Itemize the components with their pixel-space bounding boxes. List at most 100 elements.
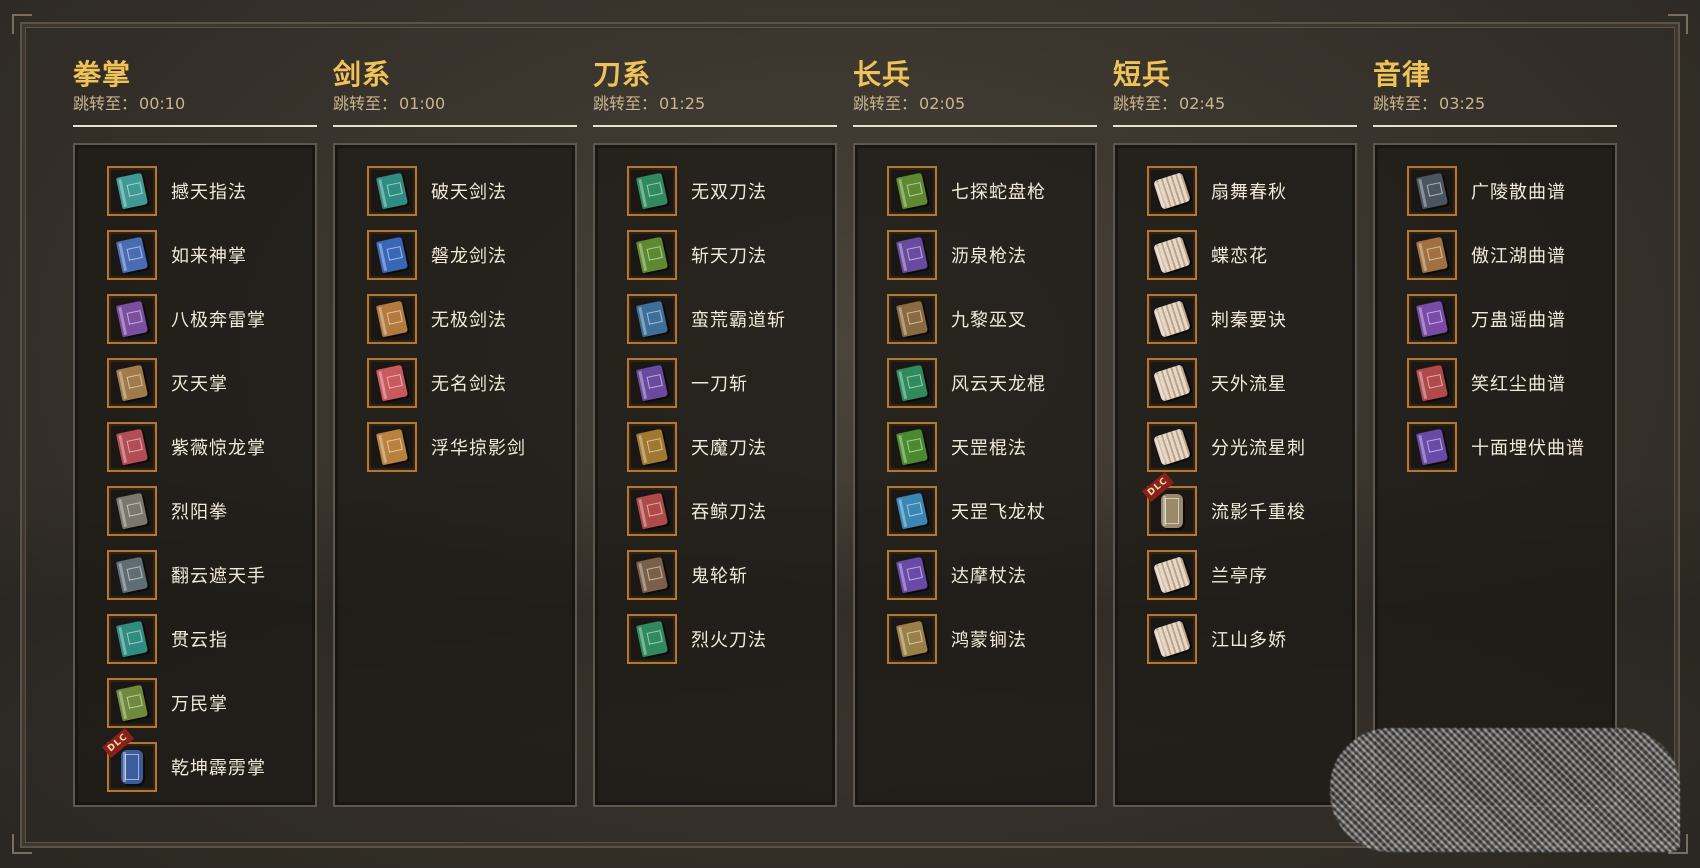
skill-list-item[interactable]: DLC 流影千重梭: [1142, 471, 1355, 543]
skill-name: 流影千重梭: [1211, 502, 1306, 523]
jump-to-timestamp-link[interactable]: 跳转至： 01:25: [593, 93, 837, 115]
skill-list-item[interactable]: 如来神掌: [107, 223, 315, 287]
book-icon: [635, 492, 669, 530]
jump-time: 02:45: [1179, 94, 1226, 113]
jump-to-timestamp-link[interactable]: 跳转至： 02:05: [853, 93, 1097, 115]
item-slot: [367, 230, 417, 280]
fan-icon: [1153, 556, 1191, 594]
item-slot: [627, 358, 677, 408]
skill-list-item[interactable]: 磐龙剑法: [367, 223, 575, 287]
item-slot: [107, 422, 157, 472]
skill-name: 蛮荒霸道斩: [691, 310, 786, 331]
jump-to-timestamp-link[interactable]: 跳转至： 00:10: [73, 93, 317, 115]
jump-to-timestamp-link[interactable]: 跳转至： 03:25: [1373, 93, 1617, 115]
skill-list-item[interactable]: 翻云遮天手: [107, 543, 315, 607]
item-slot: [1407, 166, 1457, 216]
skill-list-item[interactable]: 七探蛇盘枪: [887, 159, 1095, 223]
book-icon: [115, 620, 149, 658]
skill-name: 沥泉枪法: [951, 246, 1027, 267]
skill-list-item[interactable]: 天罡棍法: [887, 415, 1095, 479]
skill-list-item[interactable]: 十面埋伏曲谱: [1407, 415, 1615, 479]
skill-list-item[interactable]: 破天剑法: [367, 159, 575, 223]
item-slot: [1147, 358, 1197, 408]
skill-list-panel: 撼天指法如来神掌八极奔雷掌 灭天掌 紫薇惊龙掌 烈阳拳 翻云遮天手 贯云指 万民掌 DLC 乾坤…: [73, 143, 317, 807]
skill-name: 天魔刀法: [691, 438, 767, 459]
skill-list-item[interactable]: 笑红尘曲谱: [1407, 351, 1615, 415]
skill-list-item[interactable]: 沥泉枪法: [887, 223, 1095, 287]
skill-list-item[interactable]: 刺秦要诀: [1147, 287, 1355, 351]
skill-list-item[interactable]: 天魔刀法: [627, 415, 835, 479]
skill-name: 九黎巫叉: [951, 310, 1027, 331]
skill-list-item[interactable]: 江山多娇: [1147, 607, 1355, 671]
skill-list-item[interactable]: 无极剑法: [367, 287, 575, 351]
book-icon: [895, 300, 929, 338]
skill-list-item[interactable]: 万民掌: [107, 671, 315, 735]
book-icon: [115, 300, 149, 338]
fan-icon: [1153, 300, 1191, 338]
skill-name: 兰亭序: [1211, 566, 1268, 587]
item-slot: [107, 166, 157, 216]
skill-name: 江山多娇: [1211, 630, 1287, 651]
skill-list-item[interactable]: 蛮荒霸道斩: [627, 287, 835, 351]
skill-list-panel: 扇舞春秋 蝶恋花 刺秦要诀天外流星分光流星刺 DLC 流影千重梭兰亭序江山多娇: [1113, 143, 1357, 807]
skill-list-item[interactable]: 万蛊谣曲谱: [1407, 287, 1615, 351]
skill-list-item[interactable]: 天罡飞龙杖: [887, 479, 1095, 543]
skill-list-item[interactable]: 烈火刀法: [627, 607, 835, 671]
skill-list-item[interactable]: 蝶恋花: [1147, 223, 1355, 287]
skill-list-item[interactable]: DLC 乾坤霹雳掌: [102, 727, 315, 799]
category-header: 剑系 跳转至： 01:00: [333, 57, 577, 127]
skill-list-item[interactable]: 撼天指法: [107, 159, 315, 223]
jump-label: 跳转至：: [73, 94, 138, 113]
skill-list-item[interactable]: 九黎巫叉: [887, 287, 1095, 351]
item-slot: [107, 230, 157, 280]
skill-name: 烈火刀法: [691, 630, 767, 651]
skill-list-item[interactable]: 一刀斩: [627, 351, 835, 415]
skill-list-item[interactable]: 无名剑法: [367, 351, 575, 415]
category-column: 短兵 跳转至： 02:45 扇舞春秋 蝶恋花 刺秦要诀 天外流星 分光流星刺 DLC 流影千重梭兰…: [1113, 57, 1357, 807]
item-slot: [107, 550, 157, 600]
item-slot: [627, 614, 677, 664]
skill-list-item[interactable]: 无双刀法: [627, 159, 835, 223]
skill-list-item[interactable]: 广陵散曲谱: [1407, 159, 1615, 223]
skill-list-item[interactable]: 紫薇惊龙掌: [107, 415, 315, 479]
skill-list-item[interactable]: 兰亭序: [1147, 543, 1355, 607]
book-icon: [115, 684, 149, 722]
scroll-icon: [121, 750, 143, 784]
skill-list-item[interactable]: 烈阳拳: [107, 479, 315, 543]
skill-list-panel: 无双刀法 斩天刀法蛮荒霸道斩一刀斩天魔刀法吞鲸刀法 鬼轮斩烈火刀法: [593, 143, 837, 807]
item-slot: [1407, 422, 1457, 472]
book-icon: [635, 556, 669, 594]
jump-to-timestamp-link[interactable]: 跳转至： 01:00: [333, 93, 577, 115]
jump-to-timestamp-link[interactable]: 跳转至： 02:45: [1113, 93, 1357, 115]
skill-name: 如来神掌: [171, 246, 247, 267]
category-header: 音律 跳转至： 03:25: [1373, 57, 1617, 127]
jump-label: 跳转至：: [593, 94, 658, 113]
skill-list-item[interactable]: 吞鲸刀法: [627, 479, 835, 543]
skill-name: 天外流星: [1211, 374, 1287, 395]
skill-list-item[interactable]: 八极奔雷掌: [107, 287, 315, 351]
jump-label: 跳转至：: [333, 94, 398, 113]
skill-list-item[interactable]: 傲江湖曲谱: [1407, 223, 1615, 287]
skill-list-panel: 破天剑法 磐龙剑法无极剑法无名剑法浮华掠影剑: [333, 143, 577, 807]
skill-list-item[interactable]: 分光流星刺: [1147, 415, 1355, 479]
item-slot: [887, 294, 937, 344]
skill-list-item[interactable]: 鬼轮斩: [627, 543, 835, 607]
skill-list-item[interactable]: 斩天刀法: [627, 223, 835, 287]
book-icon: [1415, 428, 1449, 466]
item-slot: [1407, 230, 1457, 280]
skill-list-item[interactable]: 天外流星: [1147, 351, 1355, 415]
skill-list-item[interactable]: 贯云指: [107, 607, 315, 671]
skill-list-item[interactable]: 风云天龙棍: [887, 351, 1095, 415]
skill-list-item[interactable]: 扇舞春秋: [1147, 159, 1355, 223]
jump-label: 跳转至：: [1113, 94, 1178, 113]
item-slot: [107, 294, 157, 344]
skill-list-item[interactable]: 灭天掌: [107, 351, 315, 415]
skill-name: 浮华掠影剑: [431, 438, 526, 459]
skill-list-item[interactable]: 鸿蒙锏法: [887, 607, 1095, 671]
fan-icon: [1153, 620, 1191, 658]
skill-name: 无极剑法: [431, 310, 507, 331]
skill-list-item[interactable]: 浮华掠影剑: [367, 415, 575, 479]
item-slot: [627, 166, 677, 216]
skill-list-panel: 广陵散曲谱 傲江湖曲谱 万蛊谣曲谱 笑红尘曲谱 十面埋伏曲谱: [1373, 143, 1617, 807]
skill-list-item[interactable]: 达摩杖法: [887, 543, 1095, 607]
